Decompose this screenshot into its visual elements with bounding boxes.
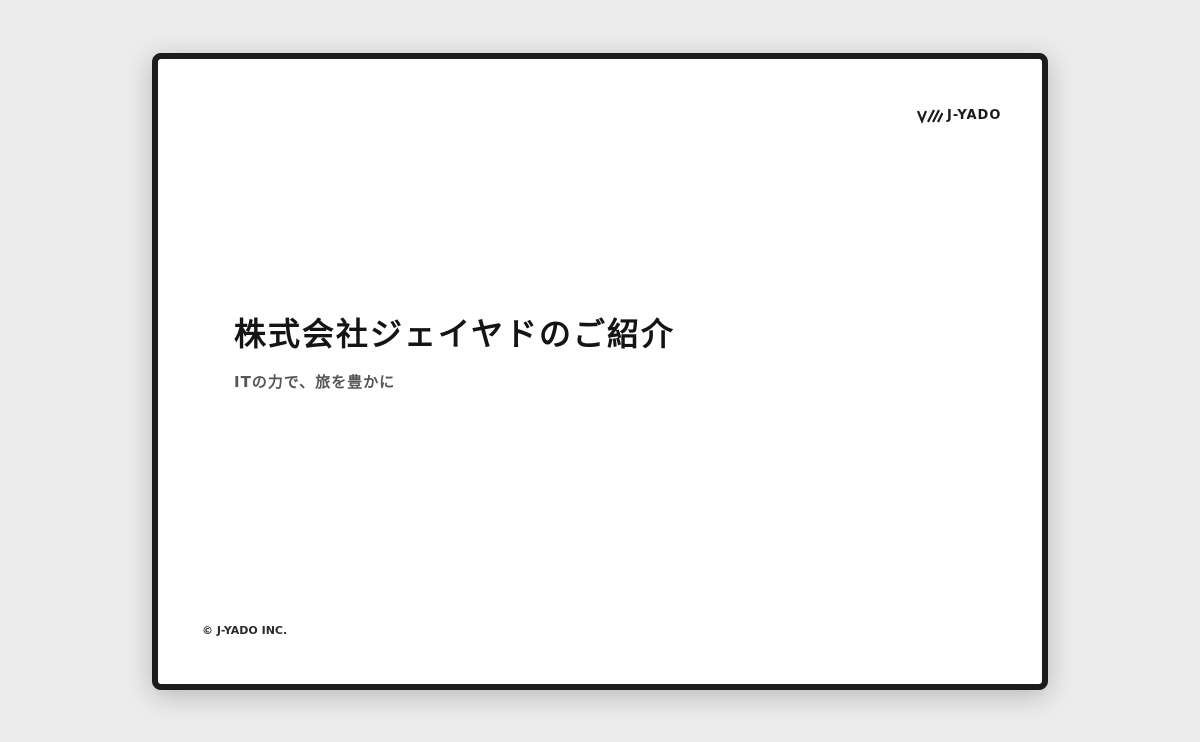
slide: J-YADO 株式会社ジェイヤドのご紹介 ITの力で、旅を豊かに © J-YAD…	[152, 53, 1048, 690]
slide-title: 株式会社ジェイヤドのご紹介	[234, 315, 676, 353]
j-yado-mark-icon	[917, 109, 943, 124]
brand-logo: J-YADO	[917, 106, 1001, 126]
brand-logo-text: J-YADO	[947, 108, 1002, 123]
slide-subtitle: ITの力で、旅を豊かに	[234, 373, 396, 391]
copyright-text: © J-YADO INC.	[202, 624, 288, 637]
